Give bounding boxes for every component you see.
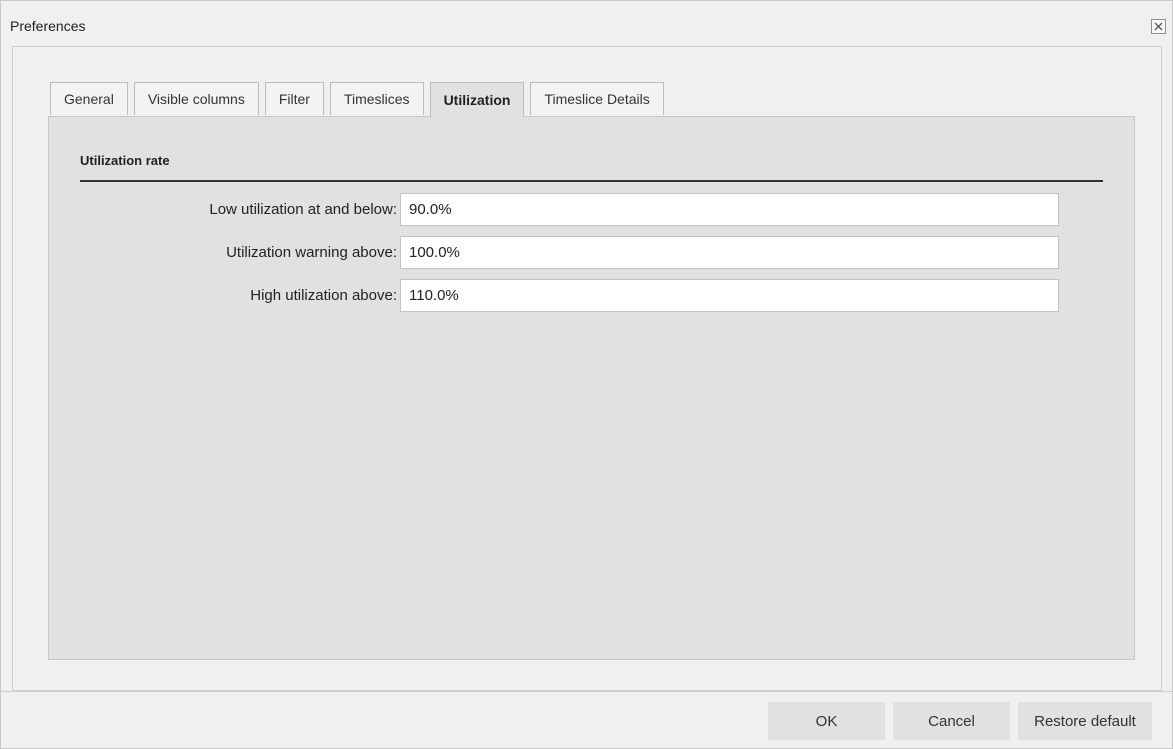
- tab-general[interactable]: General: [50, 82, 128, 115]
- tab-label: Timeslices: [343, 91, 410, 107]
- utilization-warning-row: Utilization warning above:: [49, 236, 1136, 270]
- tab-bar: General Visible columns Filter Timeslice…: [50, 82, 670, 117]
- close-button[interactable]: [1151, 19, 1166, 34]
- tab-label: Visible columns: [147, 91, 245, 107]
- high-utilization-row: High utilization above:: [49, 279, 1136, 313]
- title-bar[interactable]: Preferences: [1, 1, 1172, 45]
- low-utilization-input[interactable]: [400, 193, 1059, 226]
- utilization-warning-input[interactable]: [400, 236, 1059, 269]
- dialog-title: Preferences: [10, 18, 86, 34]
- section-divider: [80, 180, 1103, 182]
- high-utilization-label: High utilization above:: [250, 287, 397, 304]
- tab-timeslices[interactable]: Timeslices: [329, 82, 424, 115]
- tab-label: General: [64, 91, 114, 107]
- footer-divider: [1, 691, 1172, 692]
- ok-button[interactable]: OK: [768, 702, 885, 740]
- low-utilization-label: Low utilization at and below:: [209, 201, 397, 218]
- tab-filter[interactable]: Filter: [264, 82, 324, 115]
- high-utilization-input[interactable]: [400, 279, 1059, 312]
- utilization-warning-label: Utilization warning above:: [226, 244, 397, 261]
- close-icon: [1154, 22, 1163, 31]
- tab-utilization[interactable]: Utilization: [429, 82, 525, 117]
- tab-label: Filter: [278, 91, 310, 107]
- restore-default-button[interactable]: Restore default: [1018, 702, 1152, 740]
- tab-visible-columns[interactable]: Visible columns: [133, 82, 259, 115]
- cancel-button[interactable]: Cancel: [893, 702, 1010, 740]
- utilization-panel: Utilization rate Low utilization at and …: [48, 116, 1135, 660]
- preferences-dialog: Preferences General Visible columns Filt…: [0, 0, 1173, 749]
- tab-label: Utilization: [443, 92, 511, 108]
- tab-timeslice-details[interactable]: Timeslice Details: [530, 82, 664, 115]
- tab-label: Timeslice Details: [544, 91, 650, 107]
- section-title: Utilization rate: [80, 153, 170, 168]
- low-utilization-row: Low utilization at and below:: [49, 193, 1136, 227]
